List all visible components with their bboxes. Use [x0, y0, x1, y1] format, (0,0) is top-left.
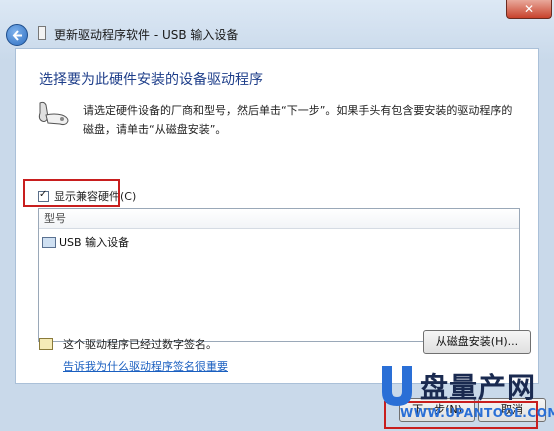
back-button[interactable] — [6, 24, 28, 46]
certificate-icon — [39, 338, 53, 350]
back-arrow-icon — [12, 30, 22, 41]
instruction-text: 请选定硬件设备的厂商和型号，然后单击“下一步”。如果手头有包含要安装的驱动程序的… — [83, 104, 513, 136]
window-title: 更新驱动程序软件 - USB 输入设备 — [54, 28, 239, 42]
watermark-logo-icon — [382, 366, 412, 406]
list-column-header[interactable]: 型号 — [39, 209, 519, 229]
watermark-title: 盘量产网 — [420, 371, 537, 404]
dialog-window: ✕ 更新驱动程序软件 - USB 输入设备 选择要为此硬件安装的设备驱动程序 请… — [0, 0, 554, 431]
gamepad-icon — [38, 101, 69, 126]
content-pane: 选择要为此硬件安装的设备驱动程序 请选定硬件设备的厂商和型号，然后单击“下一步”… — [15, 48, 539, 384]
close-button[interactable]: ✕ — [506, 0, 552, 19]
page-heading: 选择要为此硬件安装的设备驱动程序 — [39, 72, 263, 88]
list-item-label: USB 输入设备 — [59, 236, 130, 249]
close-icon: ✕ — [523, 2, 535, 16]
model-list[interactable]: 型号 USB 输入设备 — [38, 208, 520, 342]
title-bar: ✕ 更新驱动程序软件 - USB 输入设备 — [0, 0, 554, 46]
have-disk-button[interactable]: 从磁盘安装(H)... — [423, 330, 531, 354]
watermark-url: WWW.UPANTOOL.COM — [400, 406, 554, 420]
monitor-icon — [42, 236, 56, 248]
why-signing-link[interactable]: 告诉我为什么驱动程序签名很重要 — [63, 358, 228, 374]
signature-status: 这个驱动程序已经过数字签名。 — [63, 338, 217, 351]
device-icon — [38, 26, 46, 40]
selection-highlight-box — [23, 179, 120, 207]
list-item[interactable]: USB 输入设备 — [42, 232, 129, 252]
